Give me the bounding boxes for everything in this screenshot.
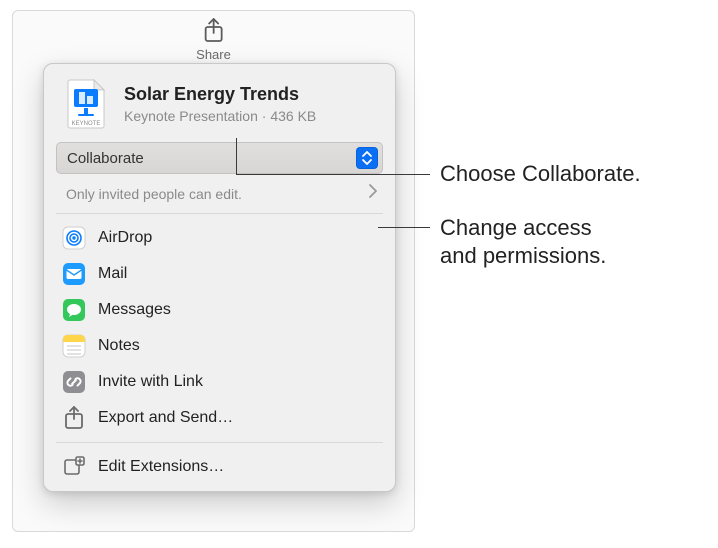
option-label: Messages	[98, 301, 171, 319]
share-toolbar-button[interactable]: Share	[196, 17, 231, 62]
option-label: Notes	[98, 337, 140, 355]
option-label: Edit Extensions…	[98, 458, 224, 476]
app-window: Share KEYNOTE Solar Energy Trends	[12, 10, 415, 532]
callout-text-collaborate: Choose Collaborate.	[440, 160, 641, 188]
option-label: Mail	[98, 265, 127, 283]
svg-text:KEYNOTE: KEYNOTE	[72, 121, 101, 127]
callout-leader	[236, 138, 237, 174]
share-mode-select[interactable]: Collaborate	[56, 142, 383, 174]
permissions-row[interactable]: Only invited people can edit.	[56, 180, 383, 214]
callout-text-permissions: Change access and permissions.	[440, 214, 606, 269]
share-option-airdrop[interactable]: AirDrop	[44, 220, 395, 256]
share-options-list: AirDrop Mail	[44, 214, 395, 485]
callout-leader	[378, 227, 430, 228]
export-icon	[62, 406, 86, 430]
share-option-mail[interactable]: Mail	[44, 256, 395, 292]
chevron-right-icon	[369, 184, 377, 203]
share-option-export-send[interactable]: Export and Send…	[44, 400, 395, 436]
notes-icon	[62, 334, 86, 358]
document-title: Solar Energy Trends	[124, 84, 316, 106]
permissions-text: Only invited people can edit.	[66, 186, 242, 202]
document-thumbnail: KEYNOTE	[60, 78, 112, 130]
option-label: Invite with Link	[98, 373, 203, 391]
share-option-messages[interactable]: Messages	[44, 292, 395, 328]
updown-arrows-icon	[356, 147, 378, 169]
document-subtitle: Keynote Presentation · 436 KB	[124, 108, 316, 124]
extensions-icon	[62, 455, 86, 479]
document-header: KEYNOTE Solar Energy Trends Keynote Pres…	[44, 78, 395, 142]
separator	[56, 442, 383, 443]
share-popover: KEYNOTE Solar Energy Trends Keynote Pres…	[43, 63, 396, 492]
callout-leader	[236, 174, 430, 175]
share-option-notes[interactable]: Notes	[44, 328, 395, 364]
share-option-invite-link[interactable]: Invite with Link	[44, 364, 395, 400]
airdrop-icon	[62, 226, 86, 250]
share-toolbar-label: Share	[196, 47, 231, 62]
option-label: AirDrop	[98, 229, 152, 247]
messages-icon	[62, 298, 86, 322]
link-icon	[62, 370, 86, 394]
option-label: Export and Send…	[98, 409, 233, 427]
mail-icon	[62, 262, 86, 286]
share-icon	[196, 17, 231, 45]
share-mode-label: Collaborate	[67, 150, 144, 167]
share-option-edit-extensions[interactable]: Edit Extensions…	[44, 449, 395, 485]
